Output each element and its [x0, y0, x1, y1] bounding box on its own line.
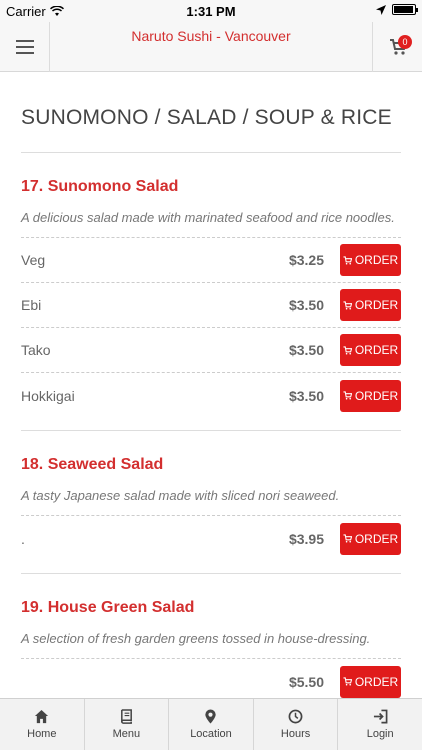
menu-button[interactable]: [0, 22, 50, 72]
tab-label: Menu: [112, 728, 141, 740]
option-row: Tako $3.50 ORDER: [21, 328, 401, 373]
cart-icon: [343, 534, 352, 543]
restaurant-title: Naruto Sushi - Vancouver: [131, 28, 291, 44]
book-icon: [120, 709, 132, 724]
menu-item: 19. House Green Salad A selection of fre…: [21, 599, 401, 698]
order-button[interactable]: ORDER: [340, 334, 401, 366]
tab-label: Home: [27, 728, 57, 740]
option-row: Veg $3.25 ORDER: [21, 238, 401, 283]
option-price: $3.95: [288, 530, 324, 547]
option-row: Hokkigai $3.50 ORDER: [21, 373, 401, 418]
option-name: Veg: [21, 252, 46, 268]
cart-button[interactable]: 0: [372, 22, 422, 72]
map-pin-icon: [205, 709, 217, 724]
bottom-tab-bar: Home Menu Location Hours Login: [0, 698, 422, 750]
order-button[interactable]: ORDER: [340, 665, 401, 698]
cart-icon: [343, 677, 352, 686]
tab-home[interactable]: Home: [0, 699, 85, 750]
cart-count-badge: 0: [398, 35, 412, 49]
cart-icon: [343, 300, 352, 310]
option-price: $3.50: [288, 387, 324, 404]
home-icon: [35, 709, 49, 724]
option-row: Ebi $3.50 ORDER: [21, 283, 401, 328]
tab-hours[interactable]: Hours: [254, 699, 339, 750]
menu-item: 18. Seaweed Salad A tasty Japanese salad…: [21, 456, 401, 574]
option-price: $3.50: [288, 342, 324, 358]
order-button[interactable]: ORDER: [340, 379, 401, 412]
location-arrow-icon: [376, 4, 386, 15]
tab-label: Location: [190, 728, 232, 740]
option-name: Hokkigai: [21, 387, 75, 404]
cart-icon: [343, 345, 352, 355]
menu-content[interactable]: SUNOMONO / SALAD / SOUP & RICE 17. Sunom…: [0, 73, 422, 698]
item-name: 17. Sunomono Salad: [21, 178, 179, 195]
tab-label: Hours: [280, 728, 311, 740]
battery-icon: [392, 4, 418, 15]
cart-icon: [343, 391, 352, 400]
tab-login[interactable]: Login: [338, 699, 422, 750]
item-description: A tasty Japanese salad made with sliced …: [21, 488, 401, 516]
order-button-label: ORDER: [354, 343, 399, 357]
top-navigation: Naruto Sushi - Vancouver 0: [0, 22, 422, 72]
hamburger-icon: [15, 40, 34, 54]
option-row: . $3.95 ORDER: [21, 516, 401, 561]
option-price: $3.50: [288, 297, 324, 313]
item-description: A delicious salad made with marinated se…: [21, 210, 401, 238]
option-name: Tako: [21, 342, 51, 358]
order-button-label: ORDER: [354, 253, 399, 267]
tab-location[interactable]: Location: [169, 699, 254, 750]
clock-icon: [288, 709, 303, 724]
order-button-label: ORDER: [354, 674, 399, 689]
option-row: $5.50 ORDER: [21, 659, 401, 698]
login-icon: [373, 709, 388, 724]
option-price: $3.25: [288, 252, 324, 268]
menu-item: 17. Sunomono Salad A delicious salad mad…: [21, 178, 401, 431]
clock-time: 1:31 PM: [186, 4, 236, 19]
order-button-label: ORDER: [354, 531, 399, 546]
cart-icon: [343, 255, 352, 265]
order-button-label: ORDER: [354, 298, 399, 312]
order-button[interactable]: ORDER: [340, 289, 401, 321]
tab-label: Login: [366, 728, 394, 740]
item-name: 18. Seaweed Salad: [21, 456, 164, 473]
option-name: Ebi: [21, 297, 42, 313]
order-button[interactable]: ORDER: [340, 522, 401, 555]
option-name: .: [21, 530, 25, 547]
tab-menu[interactable]: Menu: [85, 699, 170, 750]
status-bar: Carrier 1:31 PM: [0, 0, 422, 22]
order-button[interactable]: ORDER: [340, 244, 401, 276]
item-name: 19. House Green Salad: [21, 599, 195, 616]
option-price: $5.50: [288, 673, 324, 690]
item-description: A selection of fresh garden greens tosse…: [21, 631, 401, 659]
section-title: SUNOMONO / SALAD / SOUP & RICE: [21, 106, 401, 153]
order-button-label: ORDER: [354, 388, 399, 403]
